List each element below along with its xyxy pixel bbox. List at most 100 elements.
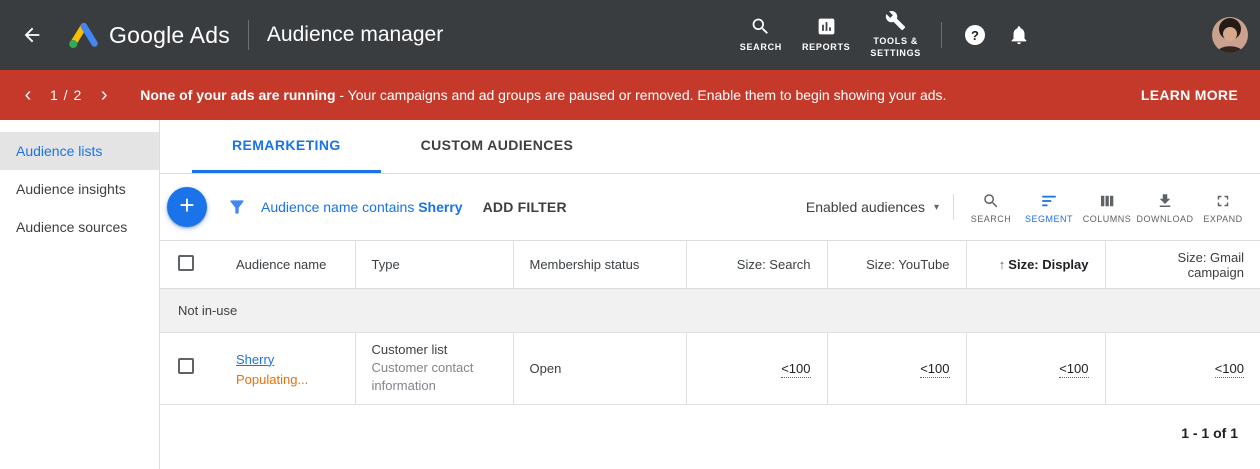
- header-type[interactable]: Type: [355, 241, 513, 289]
- filter-value-text: Sherry: [418, 199, 462, 215]
- table-footer: 1 - 1 of 1: [160, 405, 1260, 469]
- size-search-value[interactable]: <100: [781, 361, 810, 378]
- size-search-cell: <100: [686, 333, 827, 405]
- audience-type-detail: Customer contact information: [372, 359, 497, 394]
- add-filter-button[interactable]: ADD FILTER: [483, 199, 567, 215]
- membership-status-cell: Open: [513, 333, 686, 405]
- tool-label: EXPAND: [1203, 214, 1242, 224]
- table-expand-button[interactable]: EXPAND: [1194, 190, 1252, 224]
- wrench-icon: [885, 10, 906, 31]
- table-segment-button[interactable]: SEGMENT: [1020, 190, 1078, 224]
- header-size-gmail[interactable]: Size: Gmail campaign: [1105, 241, 1260, 289]
- audience-view-dropdown[interactable]: Enabled audiences ▾: [806, 199, 939, 215]
- bell-icon: [1008, 24, 1030, 46]
- header-membership-status[interactable]: Membership status: [513, 241, 686, 289]
- page-title: Audience manager: [267, 23, 443, 47]
- tab-remarketing[interactable]: REMARKETING: [192, 120, 381, 173]
- select-all-checkbox[interactable]: [178, 255, 194, 271]
- filter-icon: [227, 197, 247, 217]
- banner-prev-button[interactable]: ‹: [16, 85, 40, 105]
- row-checkbox[interactable]: [178, 358, 194, 374]
- top-app-bar: Google Ads Audience manager SEARCH REPOR…: [0, 0, 1260, 70]
- header-size-youtube[interactable]: Size: YouTube: [827, 241, 966, 289]
- table-search-button[interactable]: SEARCH: [962, 190, 1020, 224]
- table-header-row: Audience name Type Membership status Siz…: [160, 241, 1260, 289]
- column-header-label: Size: YouTube: [866, 257, 949, 272]
- header-size-display[interactable]: ↑Size: Display: [966, 241, 1105, 289]
- tab-label: REMARKETING: [232, 137, 341, 153]
- account-avatar[interactable]: [1212, 17, 1248, 53]
- size-youtube-cell: <100: [827, 333, 966, 405]
- audience-type: Customer list: [372, 342, 497, 357]
- google-ads-icon: [66, 20, 99, 50]
- size-display-cell: <100: [966, 333, 1105, 405]
- notifications-button[interactable]: [1008, 24, 1030, 46]
- tool-label: DOWNLOAD: [1136, 214, 1193, 224]
- filter-condition-text: Audience name contains: [261, 199, 414, 215]
- reports-nav-button[interactable]: REPORTS: [792, 16, 860, 54]
- tool-label: COLUMNS: [1083, 214, 1132, 224]
- table-download-button[interactable]: DOWNLOAD: [1136, 190, 1194, 224]
- tab-bar: REMARKETING CUSTOM AUDIENCES: [160, 120, 1260, 174]
- help-icon: ?: [971, 28, 979, 43]
- product-name: Google Ads: [109, 22, 230, 49]
- expand-icon: [1214, 192, 1232, 210]
- avatar-photo: [1212, 17, 1248, 53]
- google-ads-app: Google Ads Audience manager SEARCH REPOR…: [0, 0, 1260, 469]
- help-button[interactable]: ?: [965, 25, 985, 45]
- audience-table-row: Sherry Populating... Customer list Custo…: [160, 333, 1260, 405]
- table-columns-button[interactable]: COLUMNS: [1078, 190, 1136, 224]
- sidebar-item-audience-insights[interactable]: Audience insights: [0, 170, 159, 208]
- populating-status: Populating...: [236, 372, 339, 387]
- header-audience-name[interactable]: Audience name: [220, 241, 355, 289]
- banner-message-title: None of your ads are running: [140, 87, 335, 103]
- back-button[interactable]: [8, 11, 56, 59]
- header-size-search[interactable]: Size: Search: [686, 241, 827, 289]
- audiences-table: Audience name Type Membership status Siz…: [160, 240, 1260, 405]
- tools-settings-nav-label: TOOLS & SETTINGS: [870, 36, 921, 59]
- learn-more-button[interactable]: LEARN MORE: [1135, 79, 1244, 111]
- tab-label: CUSTOM AUDIENCES: [421, 137, 574, 153]
- search-icon: [750, 16, 771, 37]
- membership-status-value: Open: [530, 361, 562, 376]
- banner-message: None of your ads are running - Your camp…: [140, 87, 1135, 103]
- arrow-left-icon: [21, 24, 43, 46]
- column-header-label: Size: Display: [1008, 257, 1088, 272]
- table-toolbar: + Audience name contains Sherry ADD FILT…: [160, 174, 1260, 240]
- group-label: Not in-use: [178, 303, 237, 318]
- audience-name-link[interactable]: Sherry: [236, 352, 274, 367]
- dropdown-selected-value: Enabled audiences: [806, 199, 925, 215]
- sidebar-item-audience-lists[interactable]: Audience lists: [0, 132, 159, 170]
- google-ads-logo[interactable]: Google Ads: [66, 20, 230, 50]
- tool-label: SEARCH: [971, 214, 1012, 224]
- table-pagination: 1 - 1 of 1: [1181, 425, 1238, 441]
- sort-ascending-icon: ↑: [999, 257, 1006, 272]
- tab-custom-audiences[interactable]: CUSTOM AUDIENCES: [381, 120, 614, 173]
- audience-name-cell: Sherry Populating...: [220, 333, 355, 405]
- sidebar-item-label: Audience insights: [16, 181, 126, 197]
- search-nav-label: SEARCH: [740, 42, 782, 54]
- sidebar-item-audience-sources[interactable]: Audience sources: [0, 208, 159, 246]
- toolbar-divider: [953, 194, 954, 220]
- banner-message-detail: - Your campaigns and ad groups are pause…: [339, 87, 946, 103]
- download-icon: [1156, 192, 1174, 210]
- tools-settings-nav-button[interactable]: TOOLS & SETTINGS: [860, 10, 931, 59]
- add-audience-button[interactable]: +: [167, 187, 207, 227]
- chevron-down-icon: ▾: [934, 202, 939, 213]
- banner-next-button[interactable]: ›: [92, 85, 116, 105]
- audience-type-cell: Customer list Customer contact informati…: [355, 333, 513, 405]
- active-filter-chip[interactable]: Audience name contains Sherry: [261, 199, 463, 215]
- search-nav-button[interactable]: SEARCH: [730, 16, 792, 54]
- column-header-label: Type: [372, 257, 400, 272]
- sidebar-item-label: Audience sources: [16, 219, 127, 235]
- size-gmail-cell: <100: [1105, 333, 1260, 405]
- group-row-not-in-use: Not in-use: [160, 289, 1260, 333]
- size-youtube-value[interactable]: <100: [920, 361, 949, 378]
- topbar-divider: [941, 22, 942, 48]
- table-tools: SEARCH SEGMENT COLUMNS DOWNLOAD: [962, 190, 1252, 224]
- ads-not-running-banner: ‹ 1 / 2 › None of your ads are running -…: [0, 70, 1260, 120]
- columns-icon: [1098, 192, 1116, 210]
- tool-label: SEGMENT: [1025, 214, 1073, 224]
- size-gmail-value[interactable]: <100: [1215, 361, 1244, 378]
- size-display-value[interactable]: <100: [1059, 361, 1088, 378]
